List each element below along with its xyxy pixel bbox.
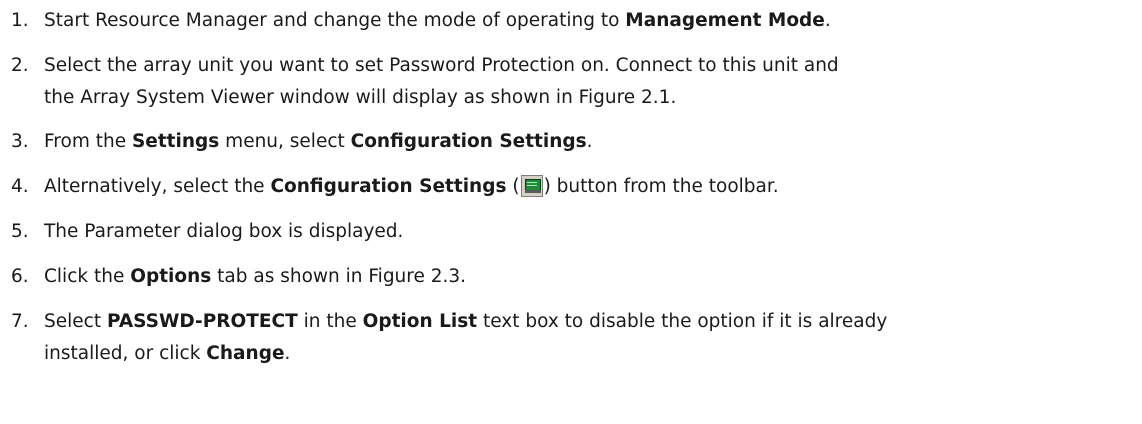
configuration-settings-icon	[520, 175, 543, 197]
bold-term: Configuration Settings	[270, 176, 507, 197]
step-text: Select PASSWD-PROTECT in the Option List…	[44, 311, 888, 364]
step-number: 4.	[11, 176, 29, 197]
step-6: 6. Click the Options tab as shown in Fig…	[0, 261, 1142, 293]
step-number: 3.	[11, 131, 29, 152]
step-number: 6.	[11, 266, 29, 287]
bold-term: Options	[130, 266, 212, 287]
step-number: 1.	[11, 10, 29, 31]
step-4: 4. Alternatively, select the Configurati…	[0, 171, 1142, 203]
bold-term: PASSWD-PROTECT	[106, 311, 298, 332]
step-2: 2. Select the array unit you want to set…	[0, 50, 1142, 114]
step-number: 2.	[11, 55, 29, 76]
bold-term: Configuration Settings	[350, 131, 587, 152]
step-text: The Parameter dialog box is displayed.	[44, 221, 404, 242]
step-number: 5.	[11, 221, 29, 242]
bold-term: Change	[206, 343, 285, 364]
step-3: 3. From the Settings menu, select Config…	[0, 126, 1142, 158]
bold-term: Option List	[362, 311, 478, 332]
instruction-list: 1. Start Resource Manager and change the…	[0, 0, 1142, 424]
step-text: Start Resource Manager and change the mo…	[44, 10, 831, 31]
step-7: 7. Select PASSWD-PROTECT in the Option L…	[0, 306, 1142, 370]
step-text: From the Settings menu, select Configura…	[44, 131, 593, 152]
step-text: Select the array unit you want to set Pa…	[44, 55, 839, 108]
step-text: Click the Options tab as shown in Figure…	[44, 266, 467, 287]
step-1: 1. Start Resource Manager and change the…	[0, 5, 1142, 37]
step-text: Alternatively, select the Configuration …	[44, 175, 779, 197]
bold-term: Settings	[131, 131, 220, 152]
bold-term: Management Mode	[625, 10, 825, 31]
step-number: 7.	[11, 311, 29, 332]
step-5: 5. The Parameter dialog box is displayed…	[0, 216, 1142, 248]
